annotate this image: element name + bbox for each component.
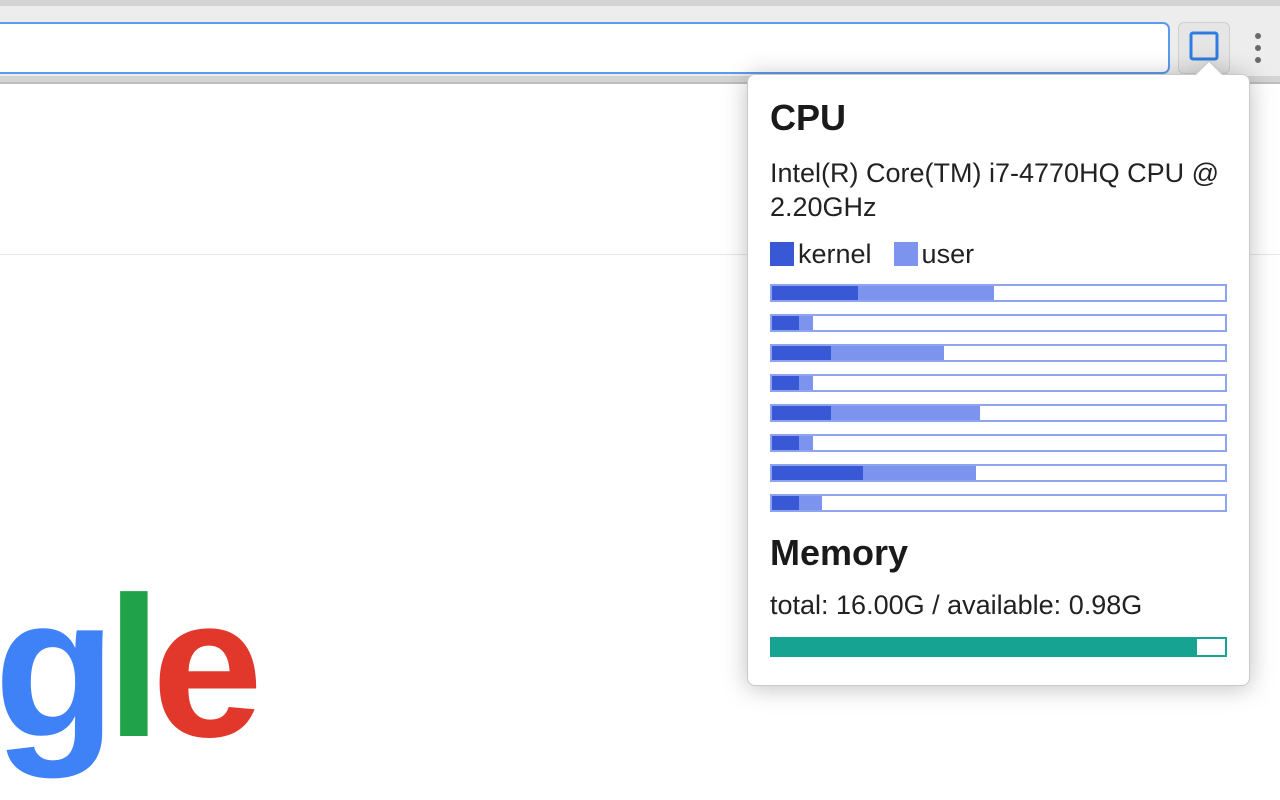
cpu-model: Intel(R) Core(TM) i7-4770HQ CPU @ 2.20GH… <box>770 157 1227 225</box>
memory-summary: total: 16.00G / available: 0.98G <box>770 590 1227 621</box>
cpu-bar-kernel-segment <box>772 496 799 510</box>
cpu-bar-user-segment <box>863 466 976 480</box>
cpu-bar-user-segment <box>858 286 994 300</box>
cpu-core-bars <box>770 284 1227 512</box>
extension-popup: CPU Intel(R) Core(TM) i7-4770HQ CPU @ 2.… <box>747 74 1250 686</box>
cpu-heading: CPU <box>770 97 1227 139</box>
logo-letter-g: g <box>0 556 106 779</box>
cpu-core-bar <box>770 314 1227 332</box>
toolbar-inner <box>0 6 1280 76</box>
popup-body: CPU Intel(R) Core(TM) i7-4770HQ CPU @ 2.… <box>747 74 1250 686</box>
kebab-dot-icon <box>1255 57 1261 63</box>
cpu-bar-user-segment <box>831 406 980 420</box>
cpu-core-bar <box>770 284 1227 302</box>
kebab-dot-icon <box>1255 33 1261 39</box>
browser-menu-button[interactable] <box>1244 22 1272 74</box>
logo-letter-l: l <box>106 556 152 779</box>
cpu-bar-user-segment <box>799 376 813 390</box>
browser-toolbar <box>0 0 1280 84</box>
cpu-bar-kernel-segment <box>772 286 858 300</box>
google-logo: gle <box>0 568 253 768</box>
memory-bar <box>770 637 1227 657</box>
cpu-bar-kernel-segment <box>772 406 831 420</box>
legend-swatch-kernel <box>770 242 794 266</box>
memory-heading: Memory <box>770 532 1227 574</box>
cpu-core-bar <box>770 494 1227 512</box>
memory-bar-fill <box>772 639 1197 655</box>
kebab-dot-icon <box>1255 45 1261 51</box>
cpu-legend: kernel user <box>770 239 1227 270</box>
legend-label-kernel: kernel <box>798 239 872 270</box>
address-bar[interactable] <box>0 22 1170 74</box>
legend-swatch-user <box>894 242 918 266</box>
legend-label-user: user <box>922 239 975 270</box>
cpu-core-bar <box>770 374 1227 392</box>
cpu-bar-user-segment <box>831 346 944 360</box>
cpu-core-bar <box>770 434 1227 452</box>
cpu-bar-kernel-segment <box>772 346 831 360</box>
cpu-bar-kernel-segment <box>772 436 799 450</box>
cpu-bar-user-segment <box>799 316 813 330</box>
cpu-bar-kernel-segment <box>772 376 799 390</box>
cpu-bar-user-segment <box>799 436 813 450</box>
cpu-core-bar <box>770 344 1227 362</box>
cpu-bar-user-segment <box>799 496 822 510</box>
cpu-bar-kernel-segment <box>772 466 863 480</box>
cpu-core-bar <box>770 404 1227 422</box>
popup-caret-icon <box>1196 62 1222 75</box>
cpu-bar-kernel-segment <box>772 316 799 330</box>
logo-letter-e: e <box>152 556 253 779</box>
cpu-core-bar <box>770 464 1227 482</box>
